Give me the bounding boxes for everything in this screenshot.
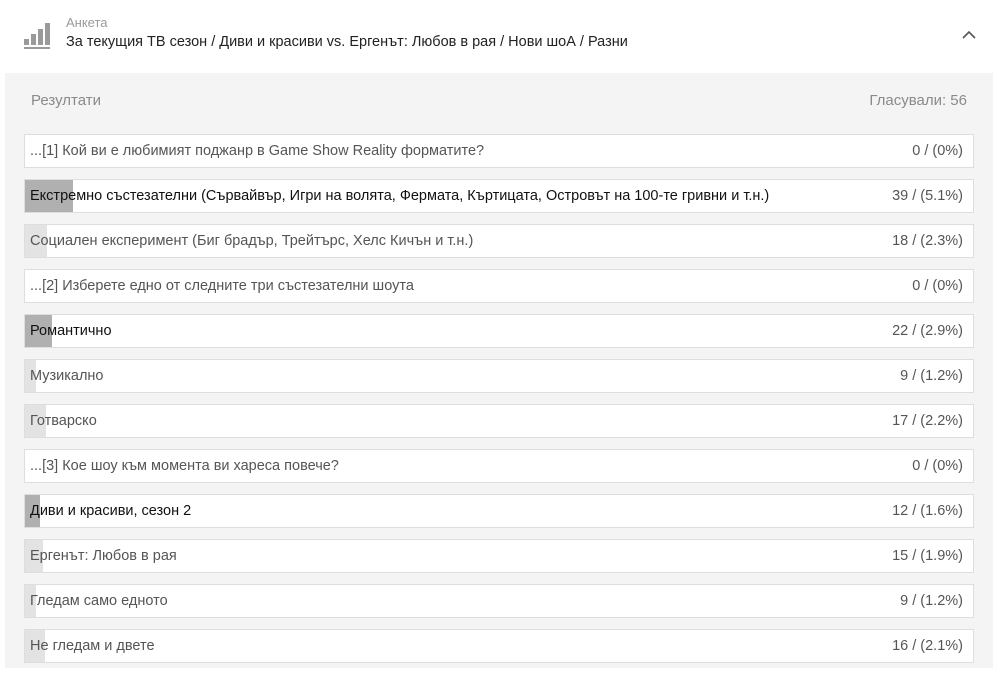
result-row: Гледам само едното 9 / (1.2%) — [24, 584, 974, 618]
result-label: Гледам само едното — [30, 593, 168, 609]
result-count: 0 / (0%) — [912, 278, 963, 294]
result-label: Ергенът: Любов в рая — [30, 548, 177, 564]
results-panel: Резултати Гласували: 56 ...[1] Кой ви е … — [5, 73, 993, 668]
result-label: Не гледам и двете — [30, 638, 155, 654]
result-row: Романтично 22 / (2.9%) — [24, 314, 974, 348]
result-count: 9 / (1.2%) — [900, 593, 963, 609]
result-label: Социален експеримент (Биг брадър, Трейтъ… — [30, 233, 474, 249]
result-label: Готварско — [30, 413, 97, 429]
result-row: ...[2] Изберете едно от следните три със… — [24, 269, 974, 303]
poll-title: За текущия ТВ сезон / Диви и красиви vs.… — [66, 34, 628, 50]
results-list: ...[1] Кой ви е любимият поджанр в Game … — [24, 134, 974, 674]
poll-chart-icon — [24, 23, 50, 49]
result-count: 0 / (0%) — [912, 143, 963, 159]
result-count: 17 / (2.2%) — [892, 413, 963, 429]
result-label: Музикално — [30, 368, 104, 384]
voted-count: Гласували: 56 — [869, 92, 967, 109]
result-row: Социален експеримент (Биг брадър, Трейтъ… — [24, 224, 974, 258]
result-count: 12 / (1.6%) — [892, 503, 963, 519]
result-count: 9 / (1.2%) — [900, 368, 963, 384]
result-label: Диви и красиви, сезон 2 — [30, 503, 192, 519]
result-count: 22 / (2.9%) — [892, 323, 963, 339]
poll-type-label: Анкета — [66, 15, 108, 30]
result-row: Не гледам и двете 16 / (2.1%) — [24, 629, 974, 663]
result-row: Ергенът: Любов в рая 15 / (1.9%) — [24, 539, 974, 573]
result-row: Музикално 9 / (1.2%) — [24, 359, 974, 393]
result-row: Екстремно състезателни (Сървайвър, Игри … — [24, 179, 974, 213]
result-label: Романтично — [30, 323, 112, 339]
poll-header: Анкета За текущия ТВ сезон / Диви и крас… — [0, 0, 993, 73]
result-row: ...[3] Кое шоу към момента ви хареса пов… — [24, 449, 974, 483]
result-label: ...[3] Кое шоу към момента ви хареса пов… — [30, 458, 339, 474]
result-label: ...[2] Изберете едно от следните три със… — [30, 278, 414, 294]
result-count: 16 / (2.1%) — [892, 638, 963, 654]
result-row: Готварско 17 / (2.2%) — [24, 404, 974, 438]
chevron-up-icon[interactable] — [957, 23, 981, 47]
result-count: 39 / (5.1%) — [892, 188, 963, 204]
result-label: Екстремно състезателни (Сървайвър, Игри … — [30, 188, 770, 204]
result-count: 15 / (1.9%) — [892, 548, 963, 564]
result-count: 18 / (2.3%) — [892, 233, 963, 249]
results-label: Резултати — [31, 92, 101, 109]
result-count: 0 / (0%) — [912, 458, 963, 474]
result-row: Диви и красиви, сезон 2 12 / (1.6%) — [24, 494, 974, 528]
result-label: ...[1] Кой ви е любимият поджанр в Game … — [30, 143, 485, 159]
result-row: ...[1] Кой ви е любимият поджанр в Game … — [24, 134, 974, 168]
